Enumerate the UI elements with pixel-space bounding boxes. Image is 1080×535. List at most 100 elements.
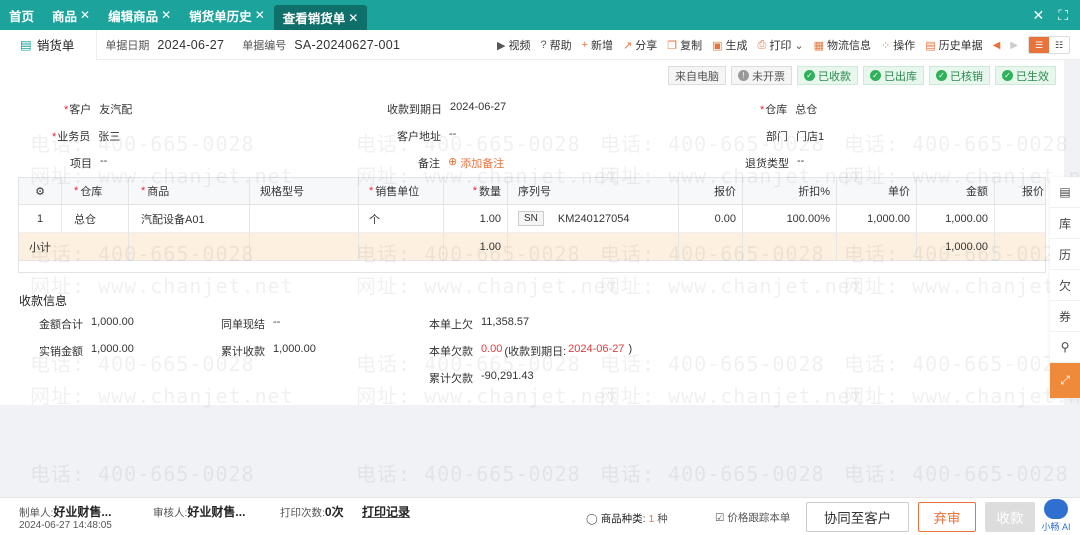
generate-button[interactable]: ▣ 生成 xyxy=(712,37,747,53)
close-icon[interactable]: ✕ xyxy=(80,8,90,22)
dept-field[interactable]: 部门 门店1 xyxy=(766,128,824,144)
status-source-label: 来自电脑 xyxy=(675,70,719,83)
view-toggle[interactable]: ☰ ☷ xyxy=(1028,36,1070,54)
col-price-label: 报价 xyxy=(714,186,736,198)
history-button[interactable]: ▤ 历史单据 xyxy=(925,37,982,53)
main-panel: 来自电脑 ! 未开票 ✓ 已收款 ✓ 已出库 ✓ 已核销 ✓ 已生效 *客户 友汽配 收款到… xyxy=(0,60,1064,405)
prev-arrow-icon[interactable]: ◀ xyxy=(993,40,1001,51)
col-warehouse: * 仓库 xyxy=(62,178,129,204)
logistics-button[interactable]: ▦ 物流信息 xyxy=(814,37,871,53)
close-icon[interactable]: ✕ xyxy=(161,8,171,22)
subtotal-row: 小计 1.00 1,000.00 xyxy=(19,233,1045,261)
accum-received-value: 1,000.00 xyxy=(273,343,316,355)
close-icon[interactable]: ✕ xyxy=(255,8,265,22)
col-unit-price-label: 单价 xyxy=(888,186,910,198)
row-number: 1 xyxy=(19,205,62,232)
col-unit-label: 销售单位 xyxy=(375,186,420,198)
share-button[interactable]: ↗ 分享 xyxy=(623,37,657,53)
salesman-label: 业务员 xyxy=(57,131,91,143)
check-icon: ✓ xyxy=(870,70,881,81)
subtotal-blank xyxy=(679,233,743,260)
salesman-label-wrap: *业务员 xyxy=(52,128,90,144)
next-arrow-icon[interactable]: ▶ xyxy=(1010,40,1018,51)
col-discount-label: 折扣% xyxy=(798,186,830,198)
tab-sales-history[interactable]: 销货单历史 ✕ xyxy=(180,0,274,30)
project-value: -- xyxy=(100,155,108,167)
doc-date-value: 2024-06-27 xyxy=(157,37,225,52)
chevron-down-icon[interactable]: ⌄ xyxy=(794,39,803,52)
grid-icon: ⁘ xyxy=(880,39,891,52)
receive-button[interactable]: 收款 xyxy=(985,502,1035,532)
table-row[interactable]: 1 总仓 汽配设备A01 个 1.00 SN KM240127054 0.00 1… xyxy=(19,205,1045,233)
attachment-icon[interactable]: ⚲ xyxy=(1050,332,1080,363)
list-view-icon[interactable]: ☰ xyxy=(1029,37,1049,53)
abandon-audit-button[interactable]: 弃审 xyxy=(918,502,976,532)
customer-field[interactable]: *客户 友汽配 xyxy=(64,101,132,117)
row-serial[interactable]: SN KM240127054 xyxy=(508,205,679,232)
video-button[interactable]: ▶ 视频 xyxy=(497,37,530,53)
row-qty: 1.00 xyxy=(444,205,508,232)
subtotal-label: 小计 xyxy=(19,233,129,260)
sync-to-customer-button[interactable]: 协同至客户 xyxy=(806,502,909,532)
print-count: 打印次数:0次 xyxy=(280,503,344,520)
salesman-value: 张三 xyxy=(98,131,121,143)
actual-amount: 实销金额 1,000.00 xyxy=(39,343,134,359)
prev-debt-value: 11,358.57 xyxy=(481,316,530,328)
tab-products[interactable]: 商品 ✕ xyxy=(43,0,99,30)
return-type-field[interactable]: 退货类型 -- xyxy=(745,155,804,171)
price-track-checkbox[interactable]: ☑ 价格跟踪本单 xyxy=(715,510,790,525)
current-debt-date: 2024-06-27 xyxy=(568,343,625,355)
right-rail: ▤ 库 历 欠 券 ⚲ ⤢ xyxy=(1050,177,1080,399)
project-field[interactable]: 项目 -- xyxy=(70,155,107,171)
card-view-icon[interactable]: ☷ xyxy=(1049,37,1069,53)
coupon-icon[interactable]: 券 xyxy=(1050,301,1080,332)
grid-settings-icon[interactable]: ⚙ xyxy=(19,178,62,204)
remark-label: 备注 xyxy=(418,158,440,170)
warehouse-value: 总仓 xyxy=(795,104,818,116)
actual-amount-value: 1,000.00 xyxy=(91,343,134,355)
print-log-link[interactable]: 打印记录 xyxy=(362,503,410,520)
col-spec: 规格型号 xyxy=(250,178,359,204)
close-icon[interactable]: ✕ xyxy=(348,11,358,25)
doc-tab[interactable]: ▤ 销货单 xyxy=(0,29,98,60)
required-mark: * xyxy=(369,185,374,197)
row-serial-value: KM240127054 xyxy=(557,212,630,225)
subtotal-blank xyxy=(250,233,359,260)
document-icon: ▤ xyxy=(20,38,32,52)
copy-button[interactable]: ❐ 复制 xyxy=(667,37,702,53)
remark-field: 备注 ⊕ 添加备注 xyxy=(418,155,504,171)
generate-icon: ▣ xyxy=(712,39,723,52)
actual-amount-label: 实销金额 xyxy=(39,346,83,358)
report-icon[interactable]: ▤ xyxy=(1050,177,1080,208)
expand-icon[interactable]: ⤢ xyxy=(1050,363,1080,399)
print-button[interactable]: ⎙ 打印 ⌄ xyxy=(758,37,804,53)
box-icon: ◯ xyxy=(586,513,598,525)
tab-products-label: 商品 xyxy=(52,9,78,24)
dept-value: 门店1 xyxy=(796,131,825,143)
help-button[interactable]: ? 帮助 xyxy=(540,37,571,53)
tab-view-sales-order[interactable]: 查看销货单 ✕ xyxy=(273,5,368,30)
add-button[interactable]: + 新增 xyxy=(582,37,613,53)
tab-home[interactable]: 首页 xyxy=(0,0,43,30)
doc-date-label: 单据日期 xyxy=(105,39,150,52)
history-icon[interactable]: 历 xyxy=(1050,239,1080,270)
col-price2-label: 报价 xyxy=(1022,186,1044,198)
project-label: 项目 xyxy=(70,158,92,170)
stock-icon[interactable]: 库 xyxy=(1050,208,1080,239)
salesman-field[interactable]: *业务员 张三 xyxy=(52,128,120,144)
checkbox-icon[interactable]: ☑ xyxy=(715,512,724,524)
due-date-field[interactable]: 收款到期日 2024-06-27 xyxy=(387,101,506,117)
operate-button[interactable]: ⁘ 操作 xyxy=(881,37,915,53)
close-all-icon[interactable]: ✕ xyxy=(1032,7,1044,24)
add-remark-button[interactable]: ⊕ 添加备注 xyxy=(448,155,504,171)
tab-edit-product[interactable]: 编辑商品 ✕ xyxy=(99,0,180,30)
subtotal-blank xyxy=(837,233,917,260)
row-price2 xyxy=(995,205,1045,232)
ai-assistant[interactable]: 小畅 AI xyxy=(1036,497,1076,535)
warehouse-field[interactable]: *仓库 总仓 xyxy=(760,101,817,117)
debt-icon[interactable]: 欠 xyxy=(1050,270,1080,301)
watermark-phone: 电话: 400-665-0028 xyxy=(30,462,255,486)
sn-tag[interactable]: SN xyxy=(518,211,544,226)
fullscreen-icon[interactable]: ⛶ xyxy=(1058,7,1068,24)
address-field[interactable]: 客户地址 -- xyxy=(397,128,456,144)
